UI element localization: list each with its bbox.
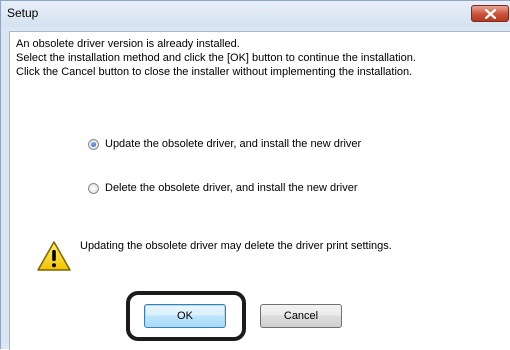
option-update-label[interactable]: Update the obsolete driver, and install …: [105, 138, 361, 150]
close-button[interactable]: [471, 5, 509, 22]
cancel-button[interactable]: Cancel: [260, 304, 342, 328]
setup-dialog: Setup An obsolete driver version is alre…: [0, 0, 510, 350]
option-delete-label[interactable]: Delete the obsolete driver, and install …: [105, 182, 358, 194]
message-line-2: Select the installation method and click…: [16, 52, 416, 64]
title-bar[interactable]: Setup: [1, 1, 510, 27]
dialog-content: An obsolete driver version is already in…: [9, 31, 510, 350]
window-title: Setup: [7, 6, 39, 20]
ok-button[interactable]: OK: [144, 304, 226, 328]
option-update-driver[interactable]: Update the obsolete driver, and install …: [88, 138, 361, 150]
warning-message: Updating the obsolete driver may delete …: [80, 240, 392, 252]
radio-button-delete[interactable]: [88, 182, 99, 194]
message-line-1: An obsolete driver version is already in…: [16, 38, 240, 50]
close-icon: [485, 9, 496, 19]
option-delete-driver[interactable]: Delete the obsolete driver, and install …: [88, 182, 358, 194]
radio-button-update[interactable]: [88, 138, 99, 150]
instruction-text: An obsolete driver version is already in…: [16, 37, 506, 79]
message-line-3: Click the Cancel button to close the ins…: [16, 66, 413, 78]
warning-icon: [37, 241, 71, 271]
